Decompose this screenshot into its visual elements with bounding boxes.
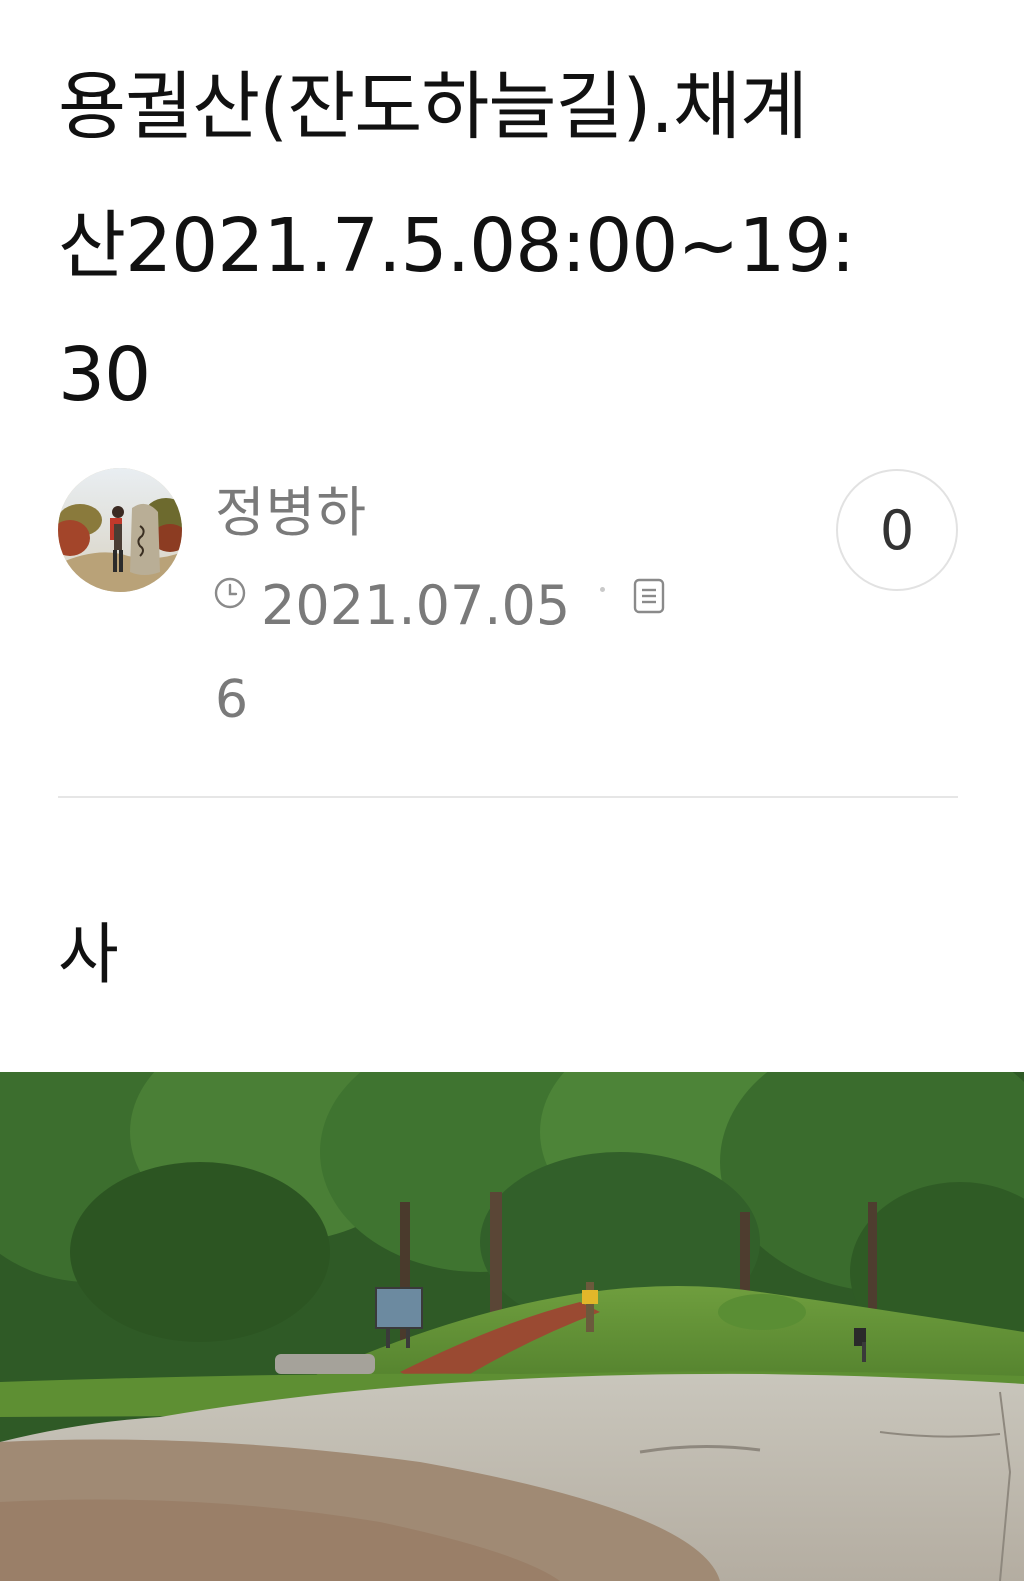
author-avatar[interactable] [58,468,182,592]
view-count: 6 [215,670,249,730]
trailhead-photo [0,1072,1024,1581]
author-name[interactable]: 정병하 [215,478,367,548]
post-title: 용궐산(잔도하늘길).채계 산2021.7.5.08:00~19: 30 [58,52,958,418]
comment-count-button[interactable]: 0 [836,469,958,591]
document-icon [633,578,665,614]
header-divider [58,796,958,798]
post-meta: 2021.07.05 [213,574,665,638]
comment-count: 0 [879,498,915,562]
post-date: 2021.07.05 [261,574,571,637]
post-photo[interactable] [0,1072,1024,1581]
avatar-photo [58,468,182,592]
meta-separator [600,586,606,592]
post-body-text: 사 [58,916,119,993]
post-title-line-2: 산2021.7.5.08:00~19: [58,203,856,289]
clock-icon [214,577,246,609]
post-title-line-1: 용궐산(잔도하늘길).채계 [58,64,808,150]
post-title-line-3: 30 [58,332,151,418]
